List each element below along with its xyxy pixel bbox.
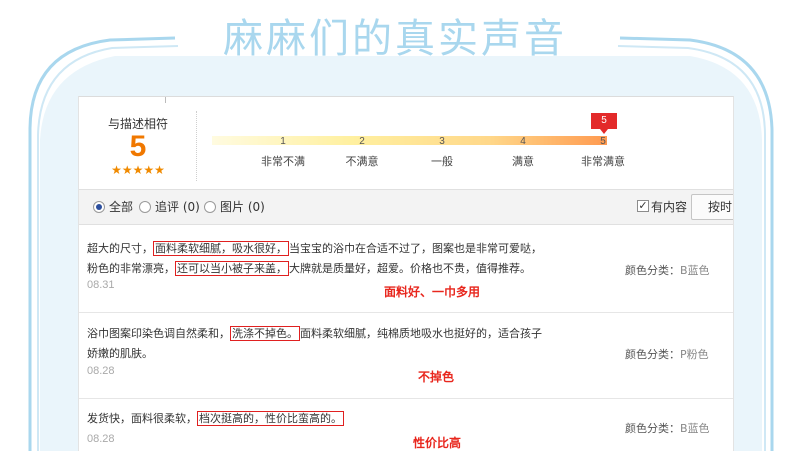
spec-value: P粉色 <box>680 348 709 361</box>
has-content-label[interactable]: 有内容 <box>651 199 687 215</box>
review-text: 浴巾图案印染色调自然柔和， <box>87 327 230 340</box>
scale-label: 非常满意 <box>581 155 625 168</box>
annotation-label: 性价比高 <box>413 436 462 450</box>
has-content-checkbox[interactable]: ✓ <box>637 200 649 212</box>
annotation-label: 面料好、一巾多用 <box>384 285 481 299</box>
spec-value: B蓝色 <box>680 264 710 277</box>
page-headline: 麻麻们的真实声音 <box>223 16 567 62</box>
review-spec: 颜色分类：P粉色 <box>625 346 709 362</box>
review-text: 粉色的非常漂亮， <box>87 262 175 275</box>
review-item: 发货快，面料很柔软， 档次挺高的，性价比蛮高的。 08.28 颜色分类：B蓝色 性… <box>79 399 733 451</box>
review-text: 娇嫩的肌肤。 <box>87 347 153 360</box>
scale-label: 不满意 <box>345 155 379 168</box>
review-spec: 颜色分类：B蓝色 <box>625 420 710 436</box>
rating-divider <box>196 111 197 181</box>
spec-value: B蓝色 <box>680 422 710 435</box>
review-panel: 与描述相符 5 ★★★★★ 5 1 2 3 4 5 非常不满 不满意 一般 满意… <box>78 96 734 451</box>
scale-number: 1 <box>280 136 286 147</box>
scale-label: 满意 <box>512 155 534 168</box>
review-text: 当宝宝的浴巾在合适不过了，图案也是非常可爱哒， <box>289 242 542 255</box>
filter-all-label[interactable]: 全部 <box>109 199 133 215</box>
spec-label: 颜色分类： <box>625 264 680 277</box>
highlight-box: 档次挺高的，性价比蛮高的。 <box>197 411 344 426</box>
filter-all-radio[interactable] <box>93 201 105 213</box>
review-text: 发货快，面料很柔软， <box>87 412 197 425</box>
scale-label: 一般 <box>431 155 453 168</box>
spec-label: 颜色分类： <box>625 422 680 435</box>
review-item: 超大的尺寸， 面料柔软细腻，吸水很好， 当宝宝的浴巾在合适不过了，图案也是非常可爱哒… <box>79 226 733 313</box>
scale-number: 4 <box>520 136 526 147</box>
review-content: 超大的尺寸， 面料柔软细腻，吸水很好， 当宝宝的浴巾在合适不过了，图案也是非常可爱哒… <box>87 239 587 279</box>
review-filter-bar: 全部 追评 (0) 图片 (0) ✓ 有内容 按时 <box>79 189 733 225</box>
rating-summary: 与描述相符 5 ★★★★★ 5 1 2 3 4 5 非常不满 不满意 一般 满意… <box>79 97 733 189</box>
filter-followup-label[interactable]: 追评 (0) <box>155 199 200 215</box>
rating-stars-icon: ★★★★★ <box>111 163 165 177</box>
scale-number: 2 <box>359 136 365 147</box>
scale-label: 非常不满 <box>261 155 305 168</box>
review-date: 08.31 <box>87 279 115 291</box>
filter-images-label[interactable]: 图片 (0) <box>220 199 265 215</box>
highlight-box: 面料柔软细腻，吸水很好， <box>153 241 289 256</box>
review-content: 浴巾图案印染色调自然柔和， 洗涤不掉色。 面料柔软细腻，纯棉质地吸水也挺好的，适合孩… <box>87 324 587 364</box>
sort-by-time-button[interactable]: 按时 <box>691 194 733 220</box>
rating-score: 5 <box>129 130 147 163</box>
review-text: 大牌就是质量好，超爱。价格也不贵，值得推荐。 <box>289 262 531 275</box>
scale-number: 3 <box>439 136 445 147</box>
review-content: 发货快，面料很柔软， 档次挺高的，性价比蛮高的。 <box>87 409 587 429</box>
spec-label: 颜色分类： <box>625 348 680 361</box>
review-spec: 颜色分类：B蓝色 <box>625 262 710 278</box>
review-text: 面料柔软细腻，纯棉质地吸水也挺好的，适合孩子 <box>300 327 542 340</box>
filter-images-radio[interactable] <box>204 201 216 213</box>
highlight-box: 洗涤不掉色。 <box>230 326 300 341</box>
scale-marker-badge: 5 <box>591 113 617 134</box>
review-date: 08.28 <box>87 433 115 445</box>
review-item: 浴巾图案印染色调自然柔和， 洗涤不掉色。 面料柔软细腻，纯棉质地吸水也挺好的，适合孩… <box>79 313 733 399</box>
review-text: 超大的尺寸， <box>87 242 153 255</box>
filter-followup-radio[interactable] <box>139 201 151 213</box>
scale-number: 5 <box>600 136 606 147</box>
annotation-label: 不掉色 <box>418 370 455 384</box>
rating-scale-bar <box>212 136 607 145</box>
highlight-box: 还可以当小被子来盖， <box>175 261 289 276</box>
review-date: 08.28 <box>87 365 115 377</box>
